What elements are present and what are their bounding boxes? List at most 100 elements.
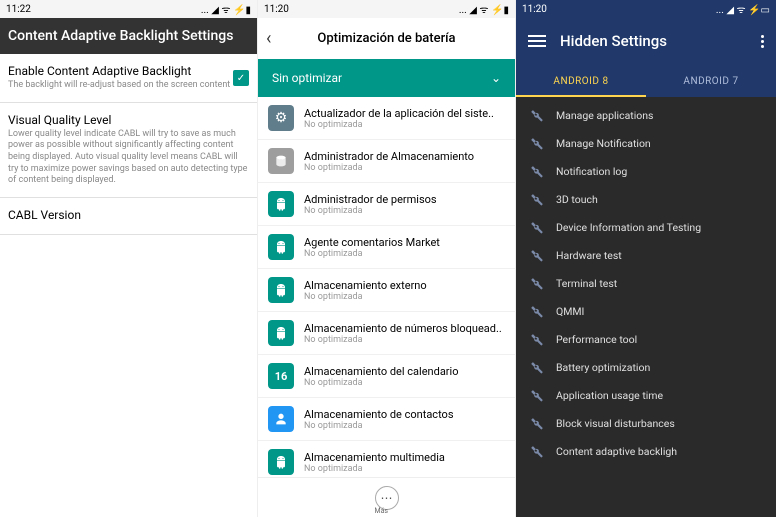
list-item[interactable]: Administrador de AlmacenamientoNo optimi… — [258, 140, 515, 183]
more-button[interactable]: ⋯ — [375, 486, 399, 510]
list-item[interactable]: Battery optimization — [516, 353, 776, 381]
cabl-version-row[interactable]: CABL Version — [0, 198, 257, 235]
phone-hidden-settings: 11:20 ... ◢ ᯤ ⚡▭ Hidden Settings ANDROID… — [516, 0, 776, 517]
wrench-icon — [530, 136, 544, 150]
wrench-icon — [530, 444, 544, 458]
list-item[interactable]: Terminal test — [516, 269, 776, 297]
list-item[interactable]: Application usage time — [516, 381, 776, 409]
tabs: ANDROID 8 ANDROID 7 — [516, 68, 776, 97]
list-item[interactable]: Agente comentarios MarketNo optimizada — [258, 226, 515, 269]
menu-icon[interactable] — [528, 35, 546, 47]
item-label: Device Information and Testing — [556, 221, 701, 234]
phone-battery-optimization: 11:20 ... ◢ ᯤ ⚡▮ ‹ Optimización de bater… — [258, 0, 516, 517]
wrench-icon — [530, 388, 544, 402]
app-icon: ⚙ — [268, 105, 294, 131]
item-label: Content adaptive backligh — [556, 445, 677, 458]
page-title: Hidden Settings — [560, 32, 761, 50]
more-label: Más — [375, 507, 389, 515]
overflow-menu-icon[interactable] — [761, 35, 764, 48]
app-list[interactable]: ⚙ Actualizador de la aplicación del siste… — [258, 97, 515, 478]
app-icon — [268, 449, 294, 475]
app-icon — [268, 148, 294, 174]
app-name: Almacenamiento de contactos — [304, 408, 505, 421]
chevron-down-icon: ⌄ — [491, 71, 501, 85]
dropdown-label: Sin optimizar — [272, 71, 342, 85]
app-icon — [268, 320, 294, 346]
app-name: Agente comentarios Market — [304, 236, 505, 249]
list-item[interactable]: Almacenamiento multimediaNo optimizada — [258, 441, 515, 478]
status-bar: 11:20 ... ◢ ᯤ ⚡▭ — [516, 0, 776, 18]
list-item[interactable]: ⚙ Actualizador de la aplicación del siste… — [258, 97, 515, 140]
vql-title: Visual Quality Level — [8, 113, 249, 127]
phone-cabl-settings: 11:22 ... ◢ ᯤ ⚡▮ Content Adaptive Backli… — [0, 0, 258, 517]
filter-dropdown[interactable]: Sin optimizar ⌄ — [258, 59, 515, 97]
enable-cabl-row[interactable]: Enable Content Adaptive Backlight The ba… — [0, 54, 257, 103]
list-item[interactable]: Hardware test — [516, 241, 776, 269]
app-icon — [268, 406, 294, 432]
app-icon: 16 — [268, 363, 294, 389]
list-item[interactable]: Almacenamiento de contactosNo optimizada — [258, 398, 515, 441]
list-item[interactable]: Manage Notification — [516, 129, 776, 157]
status-icons: ... ◢ ᯤ ⚡▮ — [459, 2, 509, 16]
wrench-icon — [530, 332, 544, 346]
enable-cabl-title: Enable Content Adaptive Backlight — [8, 64, 233, 78]
tab-android8[interactable]: ANDROID 8 — [516, 68, 646, 97]
list-item[interactable]: Almacenamiento de números bloquead..No o… — [258, 312, 515, 355]
list-item[interactable]: Device Information and Testing — [516, 213, 776, 241]
list-item[interactable]: Performance tool — [516, 325, 776, 353]
item-label: Terminal test — [556, 277, 617, 290]
wrench-icon — [530, 220, 544, 234]
app-name: Almacenamiento de números bloquead.. — [304, 322, 505, 335]
wrench-icon — [530, 276, 544, 290]
wrench-icon — [530, 248, 544, 262]
app-status: No optimizada — [304, 292, 505, 302]
vql-sub: Lower quality level indicate CABL will t… — [8, 129, 249, 187]
status-icons: ... ◢ ᯤ ⚡▭ — [716, 2, 770, 16]
wrench-icon — [530, 360, 544, 374]
list-item[interactable]: Block visual disturbances — [516, 409, 776, 437]
item-label: Notification log — [556, 165, 627, 178]
item-label: Performance tool — [556, 333, 637, 346]
wrench-icon — [530, 304, 544, 318]
list-item[interactable]: 16 Almacenamiento del calendarioNo optimi… — [258, 355, 515, 398]
status-time: 11:20 — [264, 4, 289, 15]
app-status: No optimizada — [304, 378, 505, 388]
tab-android7[interactable]: ANDROID 7 — [646, 68, 776, 97]
item-label: Application usage time — [556, 389, 663, 402]
footer: ⋯ Más — [258, 477, 515, 517]
app-name: Almacenamiento multimedia — [304, 451, 505, 464]
app-icon — [268, 234, 294, 260]
app-name: Administrador de permisos — [304, 193, 505, 206]
app-name: Almacenamiento del calendario — [304, 365, 505, 378]
list-item[interactable]: Administrador de permisosNo optimizada — [258, 183, 515, 226]
status-bar: 11:22 ... ◢ ᯤ ⚡▮ — [0, 0, 257, 18]
list-item[interactable]: QMMI — [516, 297, 776, 325]
item-label: 3D touch — [556, 193, 598, 206]
app-status: No optimizada — [304, 163, 505, 173]
app-status: No optimizada — [304, 464, 505, 474]
visual-quality-row[interactable]: Visual Quality Level Lower quality level… — [0, 103, 257, 198]
app-status: No optimizada — [304, 421, 505, 431]
item-label: Battery optimization — [556, 361, 650, 374]
enable-cabl-sub: The backlight will re-adjust based on th… — [8, 80, 233, 92]
enable-cabl-checkbox[interactable]: ✓ — [233, 70, 249, 86]
wrench-icon — [530, 416, 544, 430]
list-item[interactable]: Manage applications — [516, 101, 776, 129]
wrench-icon — [530, 108, 544, 122]
list-item[interactable]: Content adaptive backligh — [516, 437, 776, 465]
item-label: Hardware test — [556, 249, 622, 262]
list-item[interactable]: 3D touch — [516, 185, 776, 213]
list-item[interactable]: Almacenamiento externoNo optimizada — [258, 269, 515, 312]
app-name: Administrador de Almacenamiento — [304, 150, 505, 163]
app-icon — [268, 277, 294, 303]
app-status: No optimizada — [304, 206, 505, 216]
settings-list[interactable]: Manage applications Manage Notification No… — [516, 97, 776, 508]
app-name: Actualizador de la aplicación del siste.… — [304, 107, 505, 120]
status-time: 11:22 — [6, 4, 31, 15]
item-label: QMMI — [556, 305, 584, 318]
item-label: Manage applications — [556, 109, 653, 122]
app-status: No optimizada — [304, 335, 505, 345]
version-title: CABL Version — [8, 208, 249, 222]
app-icon — [268, 191, 294, 217]
list-item[interactable]: Notification log — [516, 157, 776, 185]
